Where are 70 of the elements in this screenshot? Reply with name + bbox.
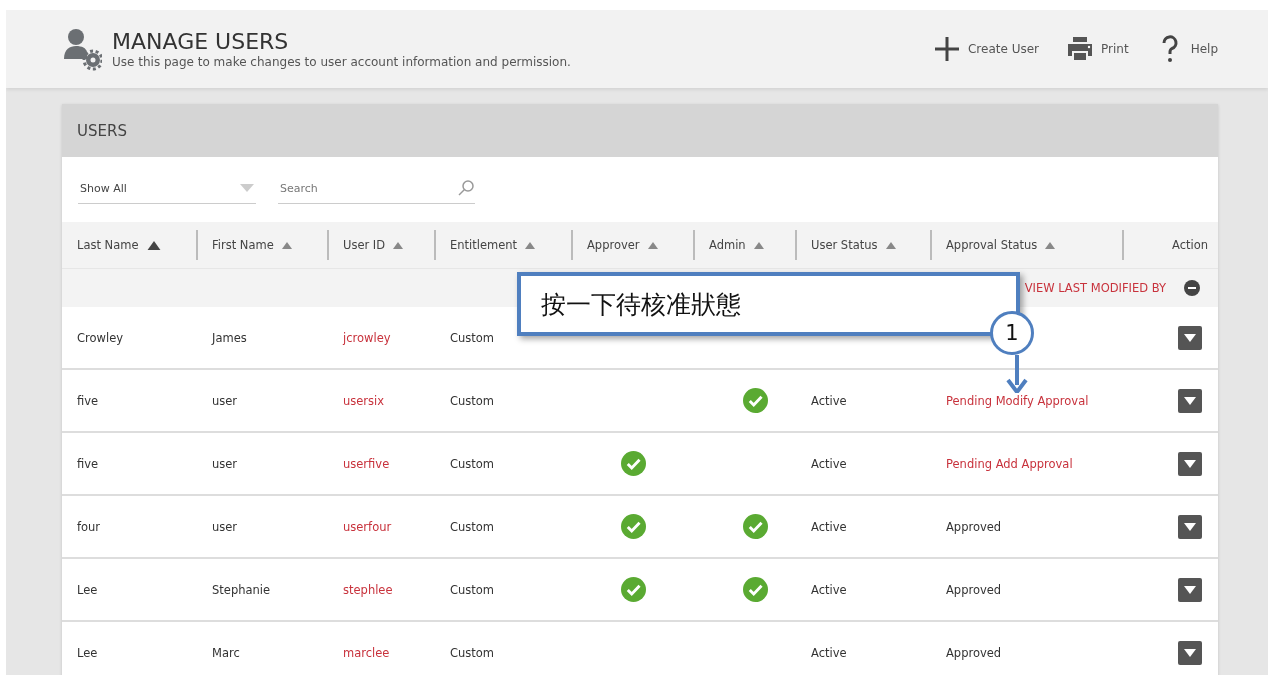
collapse-icon[interactable]	[1184, 280, 1200, 296]
caret-icon	[1184, 396, 1196, 405]
user-settings-icon	[62, 27, 102, 71]
column-header[interactable]: Approver	[587, 238, 658, 252]
column-header[interactable]: User ID	[343, 238, 404, 252]
last-name-cell-text: Crowley	[77, 330, 125, 345]
user-id-link[interactable]: userfive	[343, 456, 450, 471]
column-header[interactable]: Action	[1171, 238, 1208, 252]
column-header[interactable]: Last Name	[77, 238, 161, 252]
row-action-button[interactable]	[1178, 451, 1202, 476]
column-header[interactable]: Approval Status	[946, 238, 1056, 252]
entitlement-cell-text: Custom	[450, 456, 496, 471]
first-name-cell-text: Stephanie	[212, 582, 272, 597]
caret-icon	[1184, 459, 1196, 468]
help-action[interactable]: Help	[1154, 34, 1218, 64]
approval-status-cell-text: Pending Add Approval	[946, 456, 1074, 471]
row-action-button[interactable]	[1178, 577, 1202, 602]
filter-dropdown[interactable]: Show All	[78, 173, 256, 204]
row-action-button[interactable]	[1178, 388, 1202, 413]
page-title: MANAGE USERS	[112, 29, 290, 55]
user-id-link[interactable]: marclee	[343, 645, 450, 660]
column-header[interactable]: User Status	[811, 238, 896, 252]
entitlement-cell-text: Custom	[450, 645, 496, 660]
row-action-button[interactable]	[1178, 640, 1202, 665]
search-icon	[457, 179, 475, 197]
row-action-button[interactable]	[1178, 514, 1202, 539]
column-header[interactable]: Admin	[709, 238, 764, 252]
column-header[interactable]: First Name	[212, 238, 292, 252]
last-name-cell-text: five	[77, 393, 100, 408]
first-name-cell-text: user	[212, 519, 239, 534]
user-status-cell-text: Active	[811, 393, 848, 408]
caret-icon	[1184, 333, 1196, 342]
user-id-link[interactable]: jcrowley	[343, 330, 450, 345]
last-name-cell-text: Lee	[77, 645, 99, 660]
entitlement-cell-text: Custom	[450, 330, 496, 345]
user-status-cell-text: Active	[811, 645, 848, 660]
caret-icon	[240, 184, 254, 192]
arrow	[1005, 355, 1029, 393]
caret-icon	[1184, 585, 1196, 594]
user-status-cell-text: Active	[811, 519, 848, 534]
first-name-cell-text: James	[212, 330, 248, 345]
create-action[interactable]: Create User	[932, 34, 1040, 64]
caret-icon	[1184, 522, 1196, 531]
row-action-button[interactable]	[1178, 325, 1202, 350]
column-header[interactable]: Entitlement	[450, 238, 536, 252]
first-name-cell-text: user	[212, 393, 239, 408]
last-name-cell-text: four	[77, 519, 102, 534]
search-field[interactable]: Search	[278, 181, 457, 195]
caret-icon	[1184, 648, 1196, 657]
print-action[interactable]: Print	[1065, 34, 1129, 64]
panel-title: USERS	[62, 104, 1218, 157]
approval-status-cell-text: Approved	[946, 582, 1003, 597]
user-status-cell-text: Active	[811, 582, 848, 597]
view-last-modified-link[interactable]: VIEW LAST MODIFIED BY	[1024, 281, 1166, 295]
page-subtitle: Use this page to make changes to user account information and permission.	[112, 55, 571, 69]
user-id-link[interactable]: stephlee	[343, 582, 450, 597]
approval-status-cell-text: Approved	[946, 519, 1003, 534]
entitlement-cell-text: Custom	[450, 393, 496, 408]
plus-icon	[932, 34, 962, 64]
first-name-cell-text: Marc	[212, 645, 241, 660]
last-name-cell-text: Lee	[77, 582, 99, 597]
entitlement-cell-text: Custom	[450, 519, 496, 534]
approval-status-cell-text: Pending Modify Approval	[946, 393, 1090, 408]
user-id-link[interactable]: userfour	[343, 519, 450, 534]
last-name-cell-text: five	[77, 456, 100, 471]
user-status-cell-text: Active	[811, 456, 848, 471]
user-id-link[interactable]: usersix	[343, 393, 450, 408]
approval-status-cell-text: Approved	[946, 645, 1003, 660]
entitlement-cell-text: Custom	[450, 582, 496, 597]
first-name-cell-text: user	[212, 456, 239, 471]
